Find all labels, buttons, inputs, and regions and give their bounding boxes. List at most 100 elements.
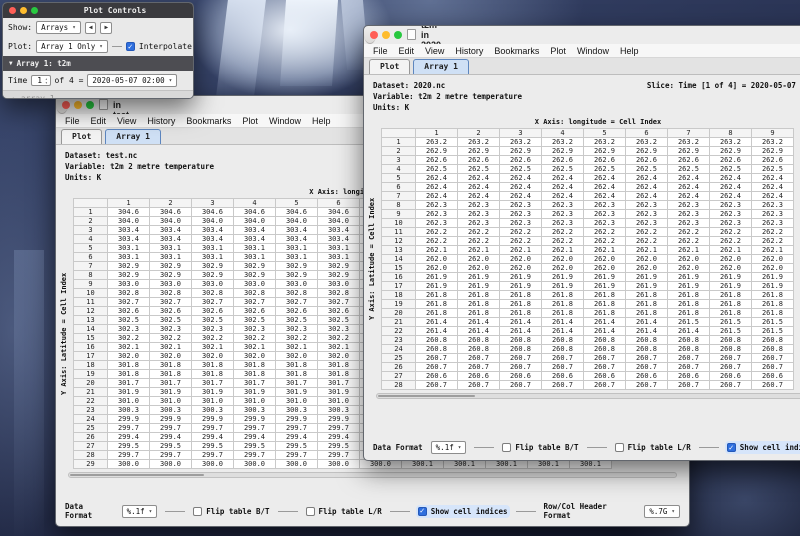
table-cell[interactable]: 260.7 <box>584 354 626 363</box>
table-cell[interactable]: 260.6 <box>584 372 626 381</box>
row-header[interactable]: 13 <box>74 316 108 325</box>
row-header[interactable]: 15 <box>382 264 416 273</box>
table-cell[interactable]: 301.8 <box>318 370 360 379</box>
table-cell[interactable]: 302.1 <box>276 343 318 352</box>
table-cell[interactable]: 302.3 <box>150 325 192 334</box>
table-cell[interactable]: 262.5 <box>668 165 710 174</box>
row-header[interactable]: 15 <box>74 334 108 343</box>
table-cell[interactable]: 304.0 <box>276 217 318 226</box>
table-cell[interactable]: 262.2 <box>710 237 752 246</box>
table-cell[interactable]: 262.3 <box>752 219 794 228</box>
table-cell[interactable]: 302.7 <box>318 298 360 307</box>
table-cell[interactable]: 302.5 <box>276 316 318 325</box>
table-cell[interactable]: 301.8 <box>318 361 360 370</box>
table-cell[interactable]: 301.9 <box>276 388 318 397</box>
table-cell[interactable]: 303.0 <box>192 280 234 289</box>
table-cell[interactable]: 260.7 <box>416 363 458 372</box>
table-cell[interactable]: 262.3 <box>542 201 584 210</box>
table-cell[interactable]: 302.1 <box>318 343 360 352</box>
table-cell[interactable]: 262.2 <box>542 237 584 246</box>
table-cell[interactable]: 262.3 <box>458 201 500 210</box>
row-header[interactable]: 17 <box>74 352 108 361</box>
table-cell[interactable]: 262.0 <box>668 255 710 264</box>
table-cell[interactable]: 260.7 <box>500 381 542 390</box>
table-cell[interactable]: 262.4 <box>500 174 542 183</box>
table-cell[interactable]: 261.4 <box>584 318 626 327</box>
table-cell[interactable]: 262.5 <box>500 165 542 174</box>
table-cell[interactable]: 303.1 <box>318 253 360 262</box>
table-cell[interactable]: 300.0 <box>150 460 192 469</box>
table-cell[interactable]: 301.8 <box>276 370 318 379</box>
table-cell[interactable]: 260.6 <box>458 372 500 381</box>
flip-lr-checkbox[interactable] <box>615 443 624 452</box>
table-cell[interactable]: 302.0 <box>108 352 150 361</box>
table-cell[interactable]: 302.9 <box>234 262 276 271</box>
table-cell[interactable]: 262.3 <box>458 219 500 228</box>
row-header[interactable]: 10 <box>382 219 416 228</box>
table-cell[interactable]: 301.8 <box>234 361 276 370</box>
row-header[interactable]: 19 <box>74 370 108 379</box>
menu-window[interactable]: Window <box>577 46 609 56</box>
table-cell[interactable]: 301.9 <box>192 388 234 397</box>
table-cell[interactable]: 260.7 <box>752 381 794 390</box>
data-format-select[interactable]: %.1f ▾ <box>431 441 467 454</box>
table-cell[interactable]: 304.6 <box>276 208 318 217</box>
table-cell[interactable]: 302.9 <box>192 262 234 271</box>
table-cell[interactable]: 260.7 <box>626 363 668 372</box>
table-cell[interactable]: 299.9 <box>192 415 234 424</box>
table-cell[interactable]: 260.6 <box>416 372 458 381</box>
table-cell[interactable]: 299.7 <box>318 451 360 460</box>
tab-plot[interactable]: Plot <box>61 129 102 144</box>
table-cell[interactable]: 262.4 <box>710 192 752 201</box>
menu-history[interactable]: History <box>147 116 175 126</box>
table-cell[interactable]: 262.4 <box>458 183 500 192</box>
table-cell[interactable]: 260.8 <box>752 336 794 345</box>
table-cell[interactable]: 262.6 <box>752 156 794 165</box>
table-cell[interactable]: 304.0 <box>234 217 276 226</box>
table-cell[interactable]: 299.4 <box>150 433 192 442</box>
table-cell[interactable]: 262.2 <box>542 228 584 237</box>
row-header[interactable]: 8 <box>382 201 416 210</box>
row-header[interactable]: 5 <box>382 174 416 183</box>
table-cell[interactable]: 301.8 <box>108 361 150 370</box>
table-cell[interactable]: 262.3 <box>710 210 752 219</box>
table-cell[interactable]: 262.9 <box>752 147 794 156</box>
table-cell[interactable]: 261.9 <box>584 273 626 282</box>
table-cell[interactable]: 303.4 <box>150 226 192 235</box>
table-cell[interactable]: 301.8 <box>150 361 192 370</box>
table-cell[interactable]: 299.7 <box>234 424 276 433</box>
flip-bt-checkbox[interactable] <box>502 443 511 452</box>
table-cell[interactable]: 260.7 <box>500 354 542 363</box>
table-cell[interactable]: 299.7 <box>192 451 234 460</box>
table-cell[interactable]: 302.9 <box>192 271 234 280</box>
table-cell[interactable]: 261.8 <box>416 309 458 318</box>
table-cell[interactable]: 262.6 <box>500 156 542 165</box>
table-cell[interactable]: 261.9 <box>752 282 794 291</box>
row-header[interactable]: 9 <box>74 280 108 289</box>
tab-array-1[interactable]: Array 1 <box>105 129 161 144</box>
table-cell[interactable]: 261.4 <box>668 327 710 336</box>
flip-bt-group[interactable]: Flip table B/T <box>193 507 269 516</box>
table-cell[interactable]: 299.4 <box>192 433 234 442</box>
table-cell[interactable]: 304.0 <box>108 217 150 226</box>
row-header[interactable]: 18 <box>74 361 108 370</box>
table-cell[interactable]: 262.0 <box>542 264 584 273</box>
table-cell[interactable]: 299.9 <box>150 415 192 424</box>
table-cell[interactable]: 301.9 <box>108 388 150 397</box>
table-cell[interactable]: 262.0 <box>584 264 626 273</box>
table-cell[interactable]: 304.0 <box>192 217 234 226</box>
table-cell[interactable]: 262.2 <box>416 237 458 246</box>
row-header[interactable]: 1 <box>382 138 416 147</box>
table-cell[interactable]: 260.8 <box>584 336 626 345</box>
table-cell[interactable]: 302.9 <box>108 271 150 280</box>
table-cell[interactable]: 262.3 <box>710 219 752 228</box>
table-cell[interactable]: 262.2 <box>584 237 626 246</box>
table-cell[interactable]: 261.9 <box>626 273 668 282</box>
table-cell[interactable]: 303.1 <box>234 253 276 262</box>
table-cell[interactable]: 262.5 <box>542 165 584 174</box>
table-cell[interactable]: 302.3 <box>276 325 318 334</box>
table-cell[interactable]: 262.9 <box>416 147 458 156</box>
table-cell[interactable]: 261.8 <box>668 291 710 300</box>
table-cell[interactable]: 262.0 <box>458 264 500 273</box>
row-header[interactable]: 11 <box>74 298 108 307</box>
